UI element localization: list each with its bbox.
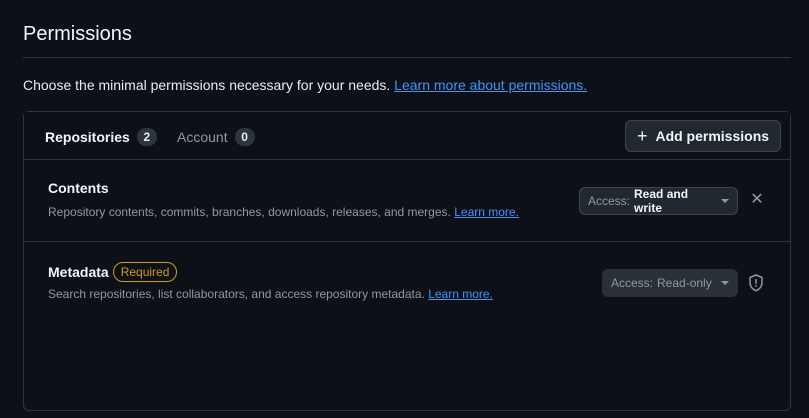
panel-header: Repositories 2 Account 0 + Add permissio…	[24, 112, 790, 160]
permission-description-text: Search repositories, list collaborators,…	[48, 287, 425, 301]
tab-account-count: 0	[234, 128, 255, 146]
shield-icon[interactable]	[748, 274, 764, 292]
access-prefix: Access:	[611, 276, 654, 290]
required-badge: Required	[112, 262, 178, 282]
permission-row-metadata: Metadata Required Search repositories, l…	[24, 242, 790, 324]
permission-title-text: Contents	[48, 180, 109, 196]
tab-repositories-label: Repositories	[45, 129, 130, 145]
permissions-panel: Repositories 2 Account 0 + Add permissio…	[23, 111, 791, 411]
tab-account-label: Account	[177, 129, 228, 145]
learn-more-link[interactable]: Learn more.	[454, 205, 519, 219]
tab-repositories-count: 2	[136, 128, 157, 146]
permission-description-text: Repository contents, commits, branches, …	[48, 205, 451, 219]
permission-title: Contents	[48, 180, 109, 196]
page-title: Permissions	[23, 23, 132, 45]
chevron-down-icon	[721, 281, 729, 285]
learn-more-permissions-link[interactable]: Learn more about permissions.	[394, 77, 587, 93]
access-select-contents[interactable]: Access: Read and write	[579, 187, 738, 215]
permission-row-contents: Contents Repository contents, commits, b…	[24, 160, 790, 242]
access-value: Read-only	[657, 276, 712, 290]
chevron-down-icon	[721, 199, 729, 203]
access-select-metadata: Access: Read-only	[602, 269, 738, 297]
access-value: Read and write	[634, 187, 689, 215]
intro-description: Choose the minimal permissions necessary…	[23, 77, 391, 93]
access-prefix: Access:	[588, 194, 631, 208]
learn-more-link[interactable]: Learn more.	[428, 287, 493, 301]
permission-title: Metadata Required	[48, 262, 178, 282]
intro-text: Choose the minimal permissions necessary…	[23, 77, 587, 93]
tab-repositories[interactable]: Repositories 2	[45, 128, 157, 146]
permission-description: Repository contents, commits, branches, …	[48, 205, 519, 219]
add-permissions-label: Add permissions	[655, 128, 770, 144]
permission-description: Search repositories, list collaborators,…	[48, 287, 493, 301]
title-divider	[23, 57, 791, 58]
add-permissions-button[interactable]: + Add permissions	[625, 120, 781, 152]
permission-title-text: Metadata	[48, 264, 109, 280]
tab-account[interactable]: Account 0	[177, 128, 255, 146]
close-icon[interactable]: ✕	[747, 190, 767, 210]
plus-icon: +	[636, 126, 648, 146]
